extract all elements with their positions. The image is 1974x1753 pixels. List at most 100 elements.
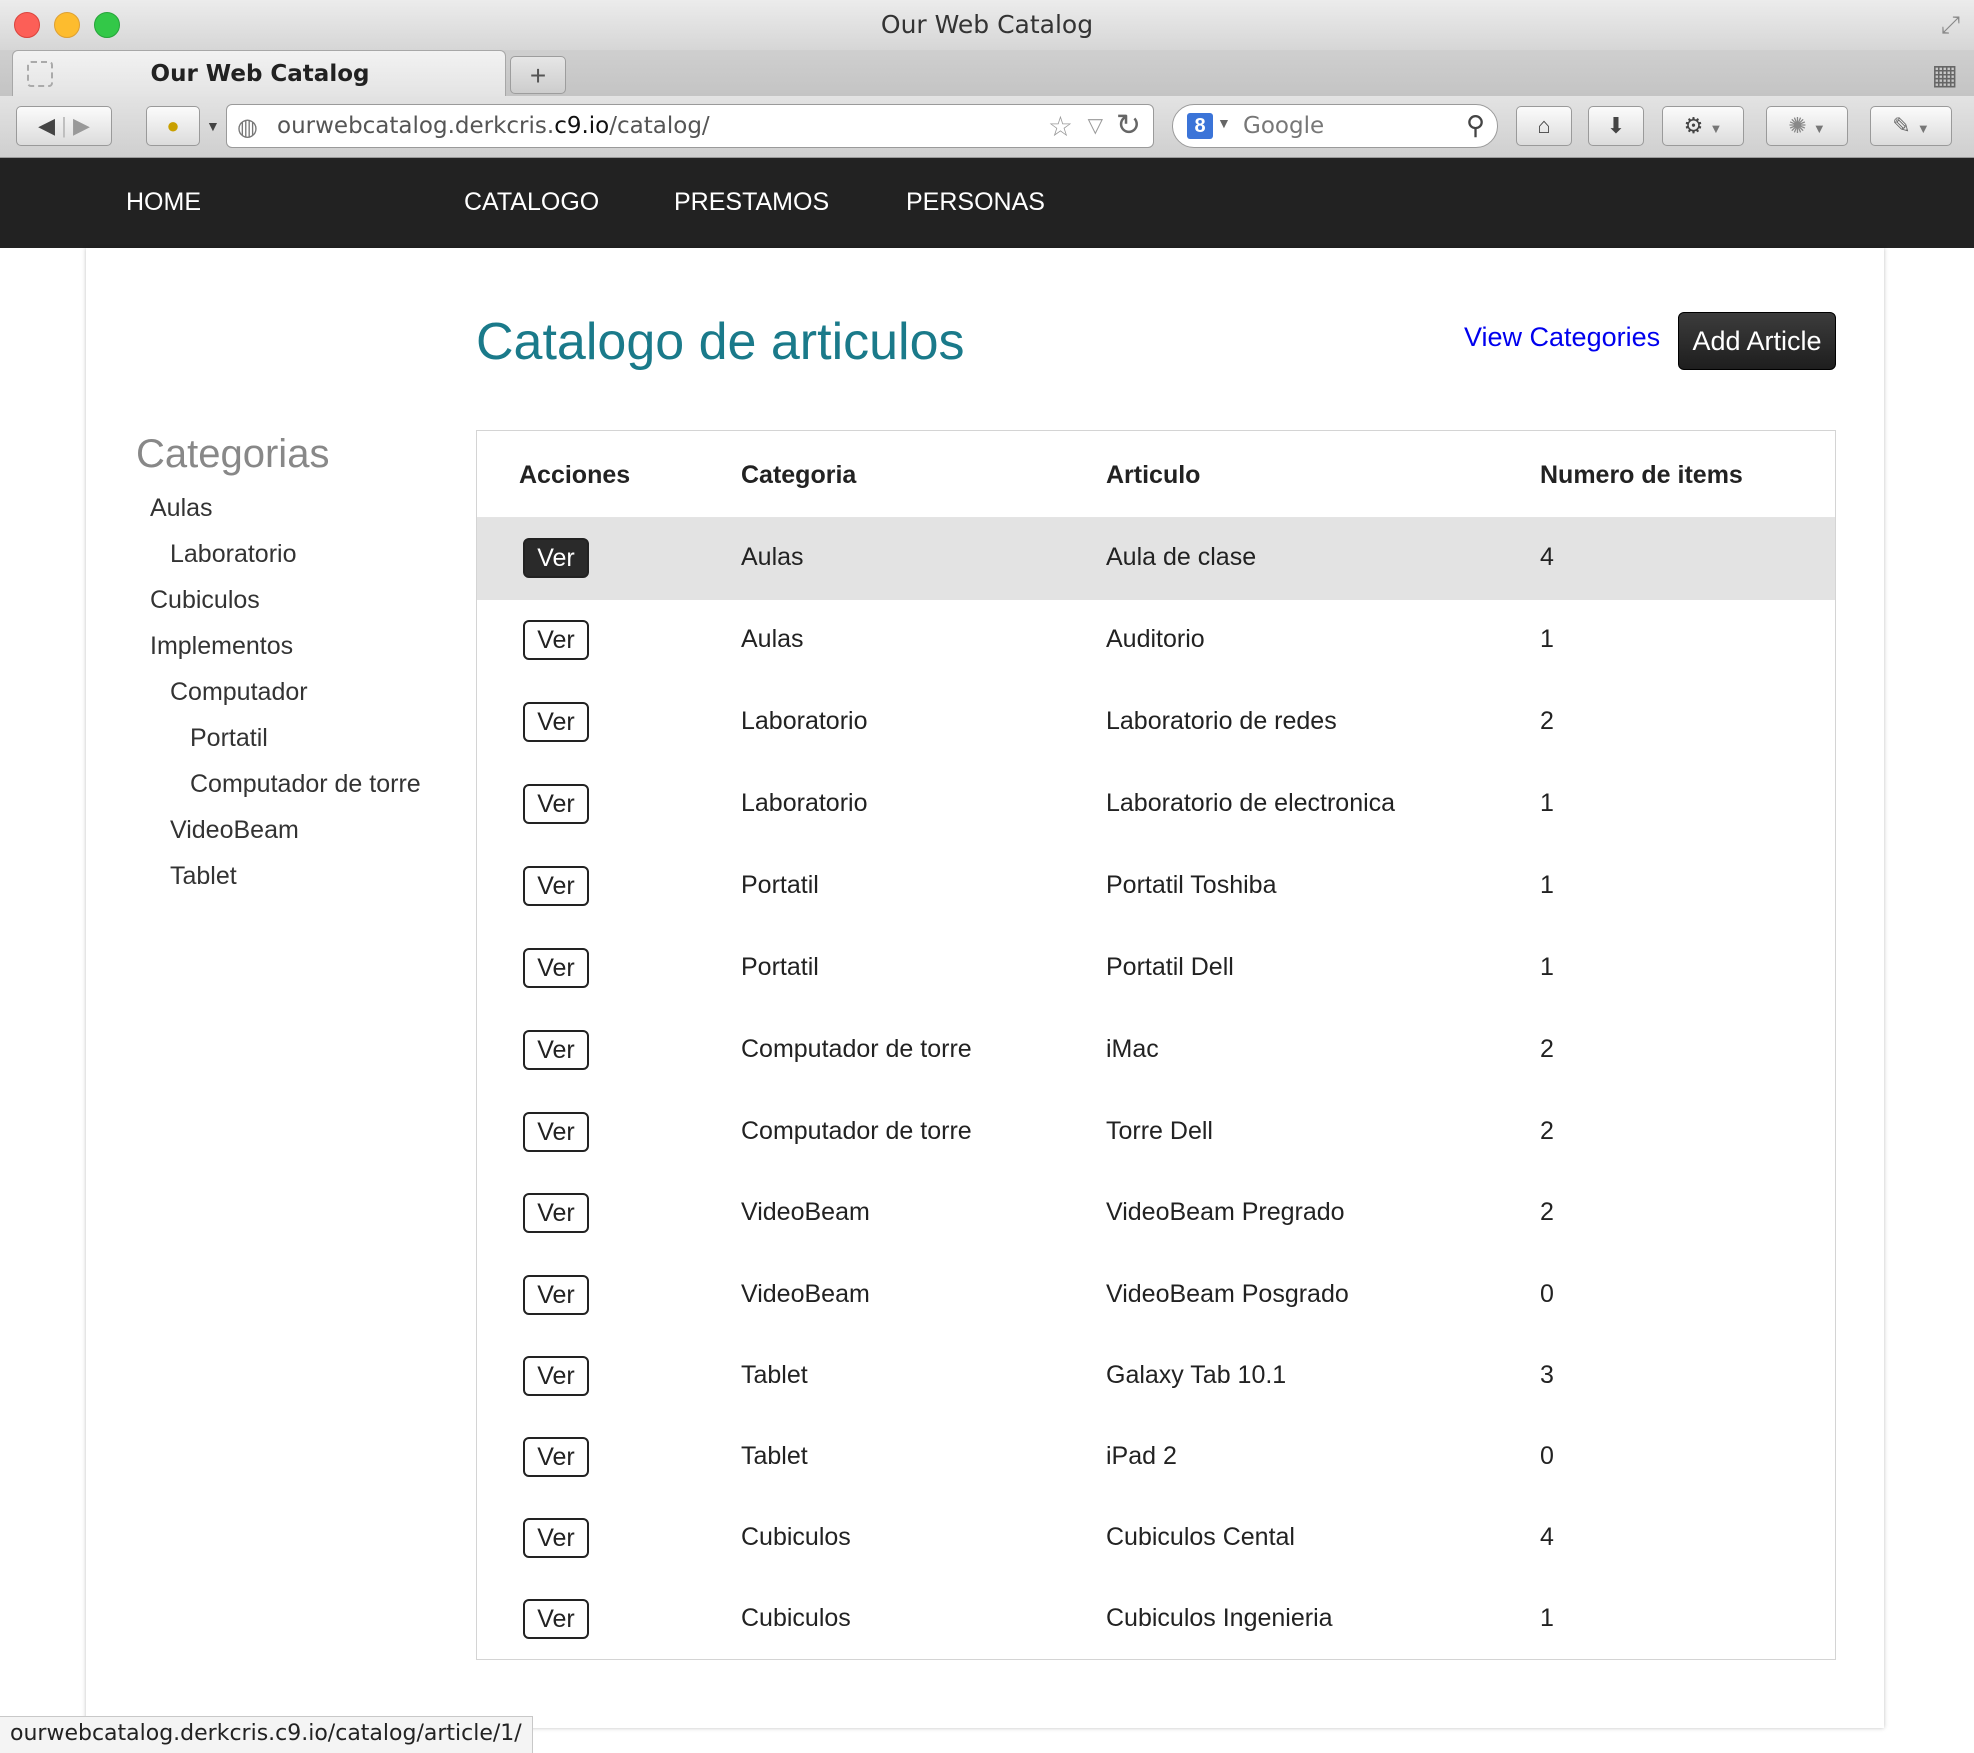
globe-icon: ◍ [237, 114, 258, 141]
fullscreen-icon[interactable]: ⤢ [1941, 12, 1960, 40]
table-row: Ver Cubiculos Cubiculos Ingenieria 1 [477, 1579, 1835, 1661]
cell-items: 1 [1540, 789, 1554, 817]
table-row: Ver Tablet Galaxy Tab 10.1 3 [477, 1336, 1835, 1418]
cell-items: 1 [1540, 953, 1554, 981]
table-row: Ver Computador de torre Torre Dell 2 [477, 1092, 1835, 1174]
category-link-implementos[interactable]: Implementos [150, 632, 293, 661]
eyedropper-button[interactable]: ✎ ▼ [1870, 106, 1952, 146]
browser-toolbar: ◀ | ▶ ● ▼ ◍ ourwebcatalog.derkcris.c9.io… [0, 96, 1974, 158]
category-link-aulas[interactable]: Aulas [150, 494, 213, 523]
cell-articulo: Auditorio [1106, 625, 1205, 653]
cell-articulo: VideoBeam Posgrado [1106, 1280, 1349, 1308]
reload-icon[interactable]: ↻ [1116, 108, 1141, 143]
cell-articulo: Cubiculos Ingenieria [1106, 1604, 1333, 1632]
browser-tab[interactable]: Our Web Catalog [12, 50, 506, 96]
cell-articulo: Galaxy Tab 10.1 [1106, 1361, 1287, 1389]
window-titlebar: Our Web Catalog ⤢ [0, 0, 1974, 50]
search-magnifier-icon[interactable]: ⚲ [1466, 110, 1485, 141]
ver-button[interactable]: Ver [523, 866, 589, 906]
cell-categoria: Cubiculos [741, 1604, 851, 1632]
column-header-categoria: Categoria [741, 461, 857, 489]
cell-articulo: Portatil Dell [1106, 953, 1234, 981]
cell-categoria: Computador de torre [741, 1117, 972, 1145]
table-row: Ver Laboratorio Laboratorio de redes 2 [477, 682, 1835, 764]
cell-articulo: VideoBeam Pregrado [1106, 1198, 1345, 1226]
identity-addon-button[interactable]: ● [146, 106, 200, 146]
home-button[interactable]: ⌂ [1516, 106, 1572, 146]
ver-button[interactable]: Ver [523, 538, 589, 578]
ver-button[interactable]: Ver [523, 620, 589, 660]
cell-items: 0 [1540, 1280, 1554, 1308]
category-link-portatil[interactable]: Portatil [190, 724, 268, 753]
download-arrow-icon: ⬇ [1606, 113, 1626, 138]
ver-button[interactable]: Ver [523, 948, 589, 988]
gear-icon: ⚙ [1683, 113, 1704, 138]
new-tab-button[interactable]: + [510, 56, 566, 94]
cell-categoria: VideoBeam [741, 1280, 870, 1308]
cell-items: 3 [1540, 1361, 1554, 1389]
addon-bug-button[interactable]: ✺ ▼ [1766, 106, 1848, 146]
view-categories-link[interactable]: View Categories [1464, 322, 1660, 353]
url-text[interactable]: ourwebcatalog.derkcris.c9.io/catalog/ [277, 113, 710, 139]
cell-categoria: Aulas [741, 543, 804, 571]
cell-categoria: Cubiculos [741, 1523, 851, 1551]
back-forward-buttons[interactable]: ◀ | ▶ [16, 106, 112, 146]
downloads-button[interactable]: ⬇ [1588, 106, 1644, 146]
ver-button[interactable]: Ver [523, 1518, 589, 1558]
ver-button[interactable]: Ver [523, 1193, 589, 1233]
nav-prestamos-link[interactable]: PRESTAMOS [674, 188, 829, 217]
status-bar-url: ourwebcatalog.derkcris.c9.io/catalog/art… [0, 1716, 533, 1753]
tab-title: Our Web Catalog [150, 61, 370, 87]
add-article-button[interactable]: Add Article [1678, 312, 1836, 370]
cell-items: 2 [1540, 707, 1554, 735]
category-link-computador-de-torre[interactable]: Computador de torre [190, 770, 421, 799]
table-row: Ver Laboratorio Laboratorio de electroni… [477, 764, 1835, 846]
category-link-tablet[interactable]: Tablet [170, 862, 237, 891]
table-row: Ver VideoBeam VideoBeam Posgrado 0 [477, 1255, 1835, 1337]
category-link-laboratorio[interactable]: Laboratorio [170, 540, 296, 569]
addon-icon: ● [166, 113, 180, 138]
ver-button[interactable]: Ver [523, 1275, 589, 1315]
site-nav-bar: HOME CATALOGO PRESTAMOS PERSONAS [0, 158, 1974, 248]
cell-articulo: iPad 2 [1106, 1442, 1177, 1470]
cell-items: 2 [1540, 1117, 1554, 1145]
search-input[interactable]: Google [1243, 113, 1324, 139]
table-row: Ver Cubiculos Cubiculos Cental 4 [477, 1498, 1835, 1580]
cell-items: 2 [1540, 1035, 1554, 1063]
cell-articulo: iMac [1106, 1035, 1159, 1063]
address-bar[interactable]: ◍ ourwebcatalog.derkcris.c9.io/catalog/ … [226, 104, 1154, 148]
history-dropdown-icon[interactable]: ▼ [206, 118, 220, 134]
url-history-dropdown-icon[interactable]: ▽ [1088, 113, 1103, 138]
ver-button[interactable]: Ver [523, 1437, 589, 1477]
google-search-engine-icon[interactable]: 8 [1187, 113, 1213, 139]
table-row: Ver VideoBeam VideoBeam Pregrado 2 [477, 1173, 1835, 1255]
cell-items: 1 [1540, 871, 1554, 899]
forward-arrow-icon[interactable]: ▶ [73, 113, 90, 138]
bug-icon: ✺ [1788, 113, 1807, 138]
cell-articulo: Laboratorio de redes [1106, 707, 1337, 735]
table-row: Ver Portatil Portatil Toshiba 1 [477, 846, 1835, 928]
search-bar[interactable]: 8 ▼ Google ⚲ [1172, 104, 1498, 148]
category-link-cubiculos[interactable]: Cubiculos [150, 586, 260, 615]
bookmark-star-icon[interactable]: ☆ [1048, 110, 1073, 143]
category-link-computador[interactable]: Computador [170, 678, 308, 707]
tab-groups-icon[interactable]: ▦ [1932, 58, 1958, 91]
settings-menu-button[interactable]: ⚙ ▼ [1662, 106, 1744, 146]
ver-button[interactable]: Ver [523, 1030, 589, 1070]
cell-articulo: Aula de clase [1106, 543, 1257, 571]
ver-button[interactable]: Ver [523, 1599, 589, 1639]
nav-home-link[interactable]: HOME [126, 188, 201, 217]
category-link-videobeam[interactable]: VideoBeam [170, 816, 299, 845]
ver-button[interactable]: Ver [523, 784, 589, 824]
back-arrow-icon[interactable]: ◀ [38, 113, 55, 138]
ver-button[interactable]: Ver [523, 1356, 589, 1396]
column-header-articulo: Articulo [1106, 461, 1201, 489]
ver-button[interactable]: Ver [523, 702, 589, 742]
column-header-acciones: Acciones [519, 461, 631, 489]
search-engine-dropdown-icon[interactable]: ▼ [1217, 115, 1231, 131]
nav-catalogo-link[interactable]: CATALOGO [464, 188, 599, 217]
ver-button[interactable]: Ver [523, 1112, 589, 1152]
nav-personas-link[interactable]: PERSONAS [906, 188, 1045, 217]
cell-items: 1 [1540, 625, 1554, 653]
cell-categoria: Aulas [741, 625, 804, 653]
